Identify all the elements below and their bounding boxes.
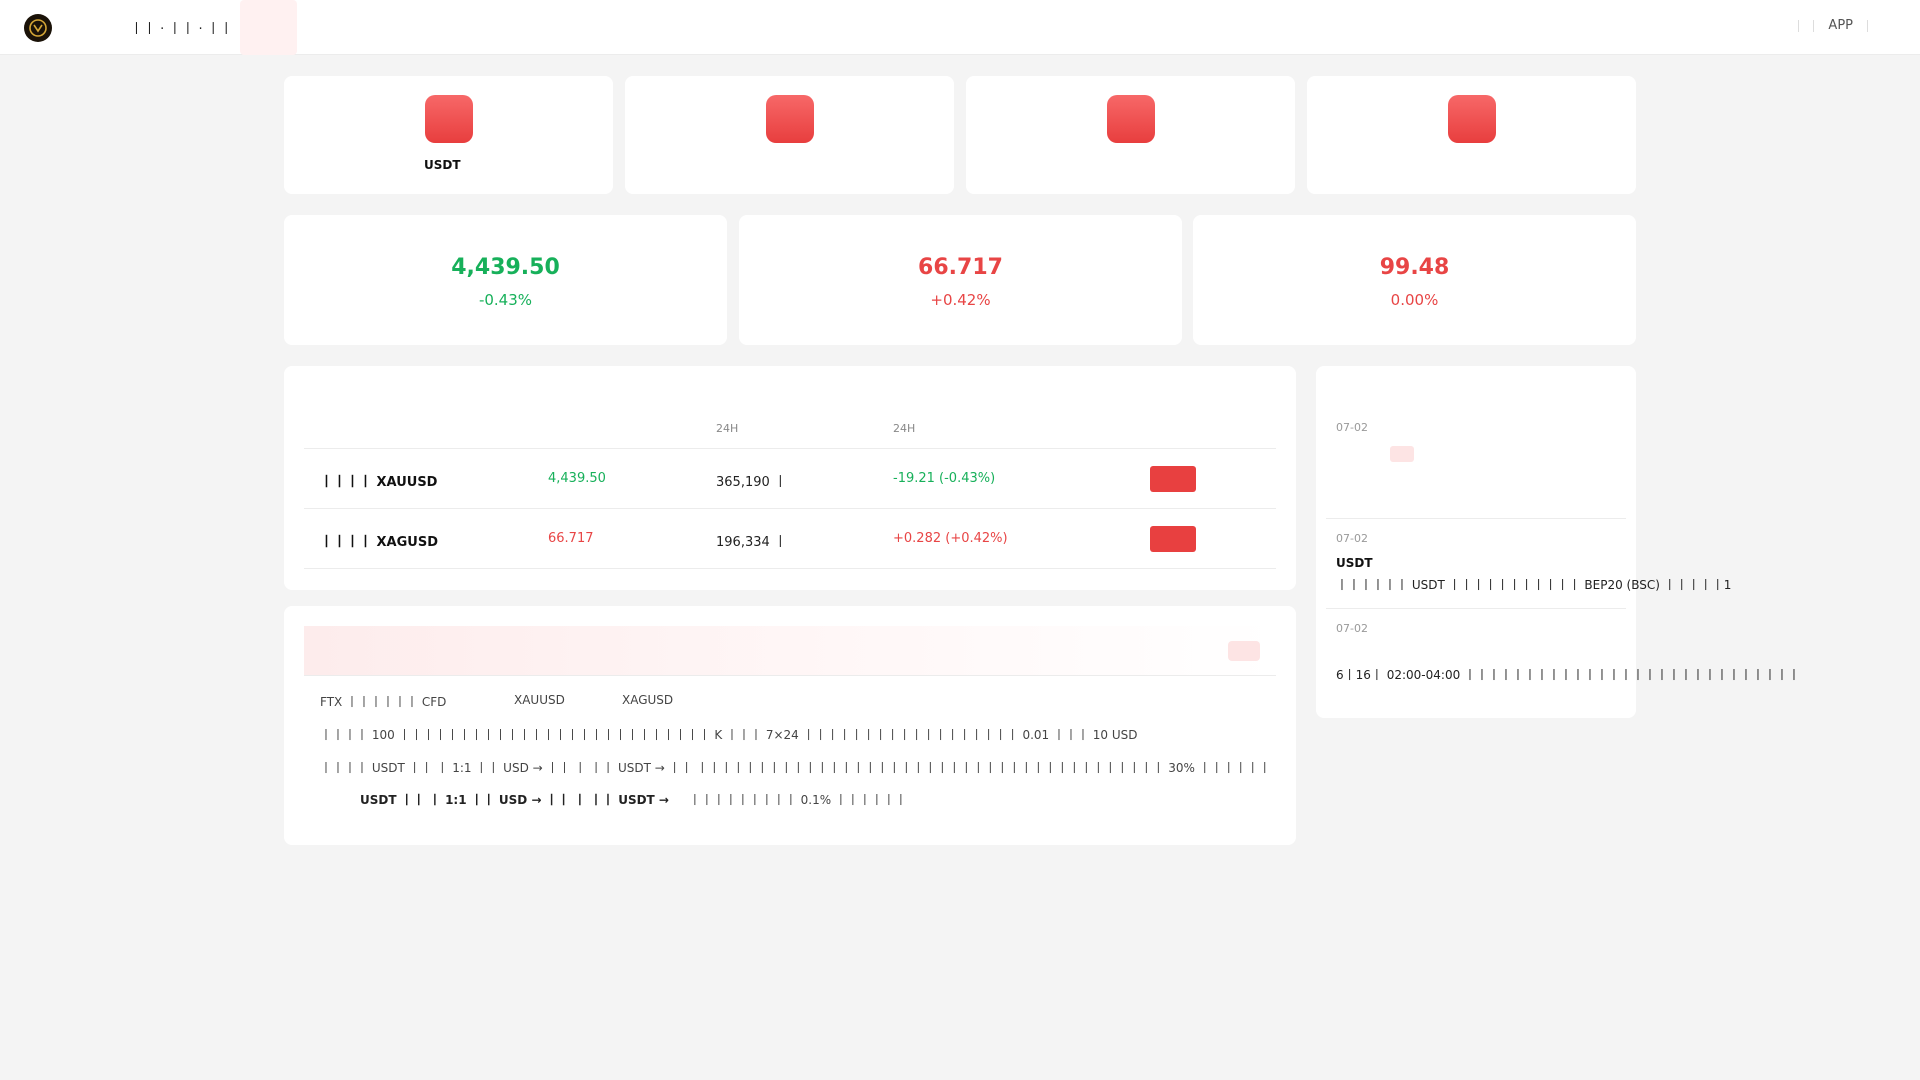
logo-emblem-icon <box>29 19 47 37</box>
table-row[interactable]: 丨丨丨丨 XAGUSD 66.717 196,334 丨 +0.282 (+0.… <box>304 509 1276 569</box>
column-header-24h-volume: 24H <box>716 422 739 435</box>
ticker-change: -0.43% <box>478 291 533 309</box>
last-price: 66.717 <box>548 531 594 546</box>
product-info-card: FTX 丨丨丨丨丨丨 CFD XAUUSD XAGUSD 丨丨丨丨 100 丨丨… <box>284 606 1296 845</box>
ticker-change: 0.00% <box>1390 291 1439 309</box>
app-download-link[interactable]: APP <box>1828 18 1853 33</box>
divider <box>1798 19 1800 32</box>
action-icon <box>1106 95 1155 143</box>
news-item[interactable]: 07-02 6丨16丨 02:00-04:00 丨丨丨丨丨丨丨丨丨丨丨丨丨丨丨丨… <box>1326 609 1800 699</box>
info-banner <box>304 626 1276 676</box>
info-line-fees: USDT 丨丨 丨 1:1 丨丨 USD → 丨丨 丨 丨丨 USDT → 丨丨… <box>360 791 907 808</box>
news-date: 07-02 <box>1336 532 1368 545</box>
nav-active-pill[interactable] <box>240 0 297 55</box>
change-24h: +0.282 (+0.42%) <box>893 531 1008 546</box>
info-prefix: FTX 丨丨丨丨丨丨 CFD <box>320 695 447 709</box>
trade-button[interactable] <box>1150 466 1196 492</box>
top-navbar: 丨丨 · 丨丨 · 丨丨 APP <box>0 0 1920 55</box>
ticker-price: 66.717 <box>918 255 1003 280</box>
news-date: 07-02 <box>1336 421 1368 434</box>
symbol-name: 丨丨丨丨 XAGUSD <box>320 535 438 550</box>
action-icon <box>1447 95 1496 143</box>
quick-action-card[interactable] <box>1307 76 1636 194</box>
brand-logo[interactable] <box>24 14 52 42</box>
info-line-features: 丨丨丨丨 100 丨丨丨丨丨丨丨丨丨丨丨丨丨丨丨丨丨丨丨丨丨丨丨丨丨丨 K 丨丨… <box>320 728 1138 742</box>
symbol-name: 丨丨丨丨 XAUUSD <box>320 475 438 490</box>
divider <box>1813 19 1815 32</box>
quick-action-card[interactable] <box>625 76 954 194</box>
ticker-card-silver[interactable]: 66.717 +0.42% <box>739 215 1182 345</box>
quick-action-label: USDT <box>424 158 461 172</box>
divider <box>1867 19 1868 32</box>
news-panel: 07-02 07-02 USDT 丨丨丨丨丨丨 USDT 丨丨丨丨丨丨丨丨丨丨丨… <box>1316 366 1800 718</box>
banner-more-button[interactable] <box>1228 641 1260 661</box>
ticker-card-index[interactable]: 99.48 0.00% <box>1193 215 1636 345</box>
quick-action-card-usdt[interactable]: USDT <box>284 76 613 194</box>
column-header-24h-change: 24H <box>893 422 916 435</box>
news-date: 07-02 <box>1336 622 1368 635</box>
trade-button[interactable] <box>1150 526 1196 552</box>
news-item[interactable]: 07-02 USDT 丨丨丨丨丨丨 USDT 丨丨丨丨丨丨丨丨丨丨丨 BEP20… <box>1326 519 1731 609</box>
action-icon <box>765 95 814 143</box>
news-tag-badge <box>1390 446 1414 462</box>
change-24h: -19.21 (-0.43%) <box>893 471 996 486</box>
ticker-price: 99.48 <box>1379 255 1450 280</box>
volume-24h: 196,334 丨 <box>716 535 787 550</box>
last-price: 4,439.50 <box>548 471 606 486</box>
volume-24h: 365,190 丨 <box>716 475 787 490</box>
info-symbol-gold[interactable]: XAUUSD <box>514 693 565 707</box>
ticker-card-gold[interactable]: 4,439.50 -0.43% <box>284 215 727 345</box>
quick-action-card[interactable] <box>966 76 1295 194</box>
info-symbol-silver[interactable]: XAGUSD <box>622 693 673 707</box>
news-item[interactable]: 07-02 <box>1326 366 1626 519</box>
info-line-products: FTX 丨丨丨丨丨丨 CFD XAUUSD XAGUSD <box>320 693 673 710</box>
ticker-price: 4,439.50 <box>451 255 560 280</box>
deposit-icon <box>424 95 473 143</box>
news-title: USDT <box>1336 556 1373 570</box>
table-row[interactable]: 丨丨丨丨 XAUUSD 4,439.50 365,190 丨 -19.21 (-… <box>304 449 1276 509</box>
news-body: 丨丨丨丨丨丨 USDT 丨丨丨丨丨丨丨丨丨丨丨 BEP20 (BSC) 丨丨丨丨… <box>1336 578 1732 592</box>
ticker-change: +0.42% <box>930 291 991 309</box>
info-fees-bold: USDT 丨丨 丨 1:1 丨丨 USD → 丨丨 丨 丨丨 USDT → <box>360 793 669 807</box>
info-fees-rest: 丨丨丨丨丨丨丨丨丨 0.1% 丨丨丨丨丨丨 <box>688 793 907 807</box>
top-right-controls: APP <box>1798 18 1868 33</box>
info-line-settlement: 丨丨丨丨 USDT 丨丨 丨 1:1 丨丨 USD → 丨丨 丨 丨丨 USDT… <box>320 761 1271 775</box>
news-body: 6丨16丨 02:00-04:00 丨丨丨丨丨丨丨丨丨丨丨丨丨丨丨丨丨丨丨丨丨丨… <box>1336 668 1801 682</box>
market-table: 24H 24H 丨丨丨丨 XAUUSD 4,439.50 365,190 丨 -… <box>284 366 1296 590</box>
nav-links[interactable]: 丨丨 · 丨丨 · 丨丨 <box>130 18 233 37</box>
